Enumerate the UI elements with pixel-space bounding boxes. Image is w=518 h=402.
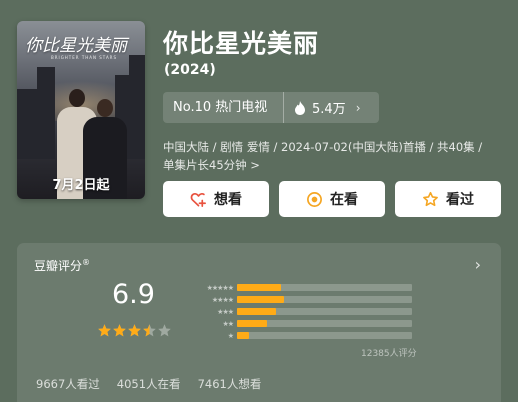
circle-dot-icon: [307, 191, 322, 207]
registered-mark: ®: [82, 258, 91, 267]
poster-date: 7月2日起: [52, 178, 110, 193]
poster-building: [37, 67, 55, 159]
poster-building: [17, 89, 39, 159]
rating-distribution: ★★★★★ ★★★★ ★★★ ★★ ★: [189, 283, 412, 343]
distribution-track: [237, 308, 412, 315]
distribution-star-label: ★★★★: [211, 295, 234, 304]
meta-info-line1: 中国大陆 / 剧情 爱情 / 2024-07-02(中国大陆)首播 / 共40集…: [163, 140, 483, 154]
distribution-row: ★★★★: [189, 295, 412, 304]
star-outline-icon: [423, 191, 438, 206]
distribution-bar: [237, 296, 285, 303]
meta-info-line2[interactable]: 单集片长45分钟 >: [163, 157, 260, 173]
watching-button[interactable]: 在看: [279, 181, 385, 217]
star-full-icon: [128, 324, 141, 337]
audience-stats: 9667人看过 4051人在看 7461人想看: [36, 376, 278, 392]
heat-indicator[interactable]: 5.4万 ›: [284, 92, 379, 123]
distribution-row: ★★: [189, 319, 412, 328]
want-to-watch-button[interactable]: 想看: [163, 181, 269, 217]
rank-label: No.10 热门电视: [163, 92, 284, 123]
star-half-icon: [143, 324, 156, 337]
poster-title: 你比星光美丽: [25, 36, 127, 56]
distribution-bar: [237, 320, 267, 327]
watched-button[interactable]: 看过: [395, 181, 501, 217]
distribution-star-label: ★★★★★: [206, 283, 234, 292]
chevron-right-icon[interactable]: ›: [475, 255, 481, 274]
watching-label: 在看: [330, 192, 358, 208]
want-to-watch-label: 想看: [214, 192, 242, 208]
distribution-bar: [237, 308, 276, 315]
distribution-row: ★: [189, 331, 412, 340]
distribution-bar: [237, 332, 250, 339]
audience-stat: 4051人在看: [116, 377, 181, 391]
distribution-track: [237, 296, 412, 303]
heart-plus-icon: [190, 192, 206, 207]
rating-title-text: 豆瓣评分: [34, 259, 83, 273]
distribution-star-label: ★★: [222, 319, 234, 328]
chevron-right-icon: ›: [355, 100, 361, 115]
rating-count: 12385人评分: [361, 349, 417, 359]
audience-stat: 9667人看过: [36, 377, 100, 391]
distribution-row: ★★★★★: [189, 283, 412, 292]
heat-value: 5.4万: [312, 102, 346, 117]
show-title: 你比星光美丽: [163, 29, 320, 58]
poster-building: [129, 55, 145, 159]
distribution-bar: [237, 284, 281, 291]
distribution-row: ★★★: [189, 307, 412, 316]
rating-score: 6.9: [112, 279, 155, 310]
distribution-track: [237, 320, 412, 327]
poster-subtitle: BRIGHTER THAN STARS: [50, 55, 117, 60]
poster-image[interactable]: 你比星光美丽 BRIGHTER THAN STARS 7月2日起: [17, 21, 145, 199]
rating-title: 豆瓣评分®: [34, 257, 90, 274]
show-year: (2024): [164, 62, 216, 78]
distribution-star-label: ★: [227, 331, 234, 340]
star-full-icon: [113, 324, 126, 337]
flame-icon: [295, 100, 305, 115]
rank-pill[interactable]: No.10 热门电视 5.4万 ›: [163, 92, 379, 123]
distribution-star-label: ★★★: [217, 307, 234, 316]
watched-label: 看过: [446, 192, 474, 208]
distribution-track: [237, 332, 412, 339]
rating-card[interactable]: 豆瓣评分® › 6.9 ★★★★★ ★★★★ ★★★ ★★ ★ 12385人评分 966…: [17, 243, 501, 402]
score-stars: [97, 323, 172, 338]
audience-stat: 7461人想看: [197, 377, 262, 391]
star-full-icon: [98, 324, 111, 337]
distribution-track: [237, 284, 412, 291]
star-empty-icon: [158, 324, 171, 337]
